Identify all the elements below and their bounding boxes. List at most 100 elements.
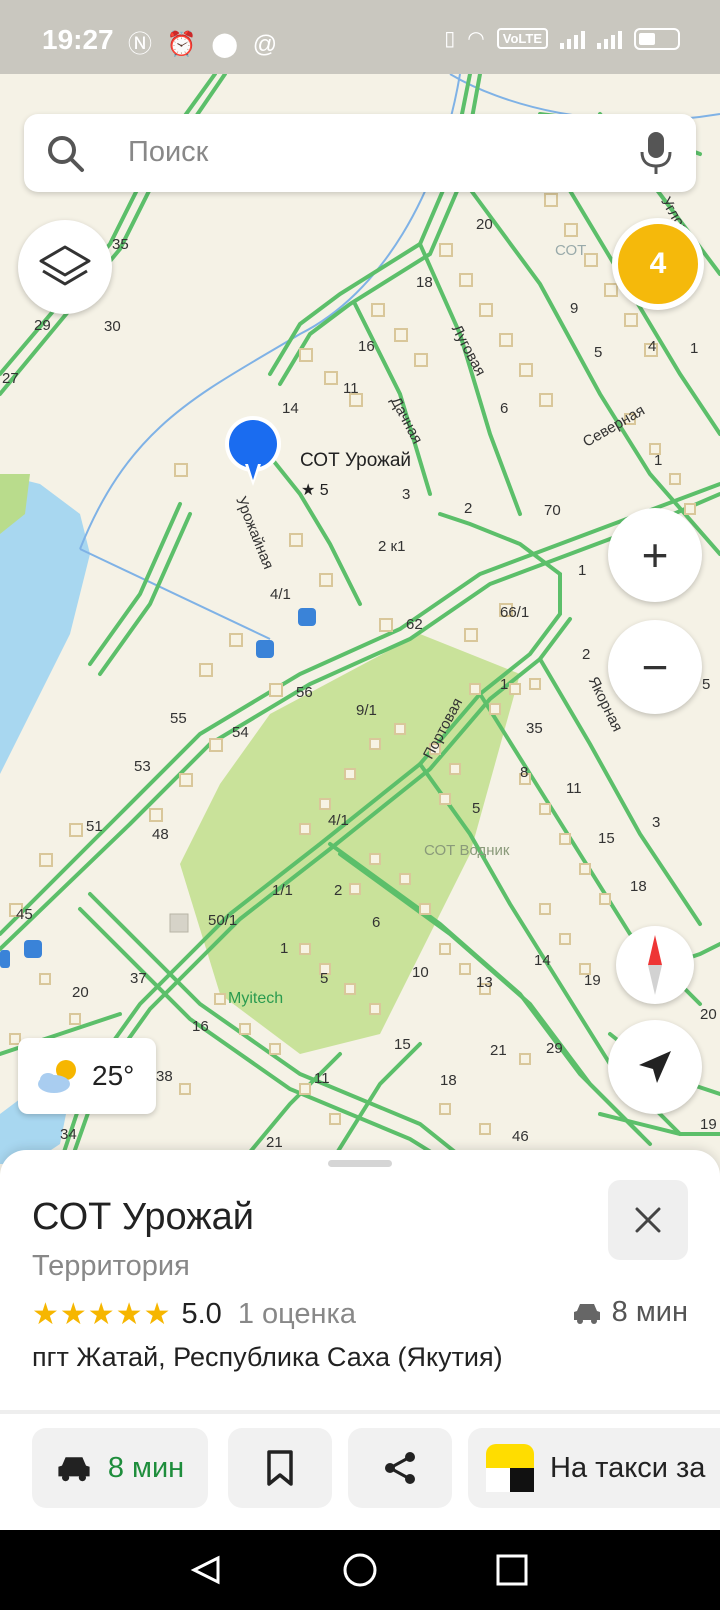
home-icon[interactable] — [343, 1553, 377, 1587]
house-number: 55 — [170, 710, 187, 727]
map-view[interactable]: Урожайная Дачная Луговая Северная Портов… — [0, 74, 720, 1164]
house-number: 35 — [112, 236, 129, 253]
place-card-sheet[interactable]: СОТ Урожай Территория ★★★★★ 5.0 1 оценка… — [0, 1150, 720, 1530]
rating-count[interactable]: 1 оценка — [238, 1298, 356, 1331]
house-number: 1 — [690, 340, 699, 357]
back-icon[interactable] — [190, 1555, 220, 1585]
house-number: 2 — [334, 882, 343, 899]
house-number: 34 — [60, 1126, 77, 1143]
microphone-icon[interactable] — [638, 130, 674, 176]
alarm-icon: ⏰ — [166, 31, 201, 58]
place-address: пгт Жатай, Республика Саха (Якутия) — [32, 1342, 503, 1372]
status-time: 19:27 — [42, 24, 114, 55]
bus-stop-icon — [0, 950, 10, 968]
cluster-count-badge[interactable]: 4 — [612, 218, 704, 310]
weather-widget[interactable]: 25° — [18, 1038, 156, 1114]
search-input[interactable]: Поиск — [128, 136, 208, 169]
house-number: 50/1 — [208, 912, 238, 929]
place-title: СОТ Урожай — [32, 1196, 254, 1238]
house-number: 35 — [526, 720, 543, 737]
house-number: 30 — [104, 318, 121, 335]
house-number: 53 — [134, 758, 151, 775]
house-number: 4/1 — [270, 586, 291, 603]
house-number: 29 — [546, 1040, 563, 1057]
house-number: 1 — [654, 452, 663, 469]
signal-icon-2 — [597, 29, 622, 49]
house-number: 29 — [34, 317, 51, 334]
taxi-button[interactable]: На такси за — [468, 1428, 720, 1508]
area-label-sot: СОТ — [555, 242, 587, 259]
bus-stop-icon — [298, 608, 316, 626]
close-icon — [635, 1207, 661, 1233]
bus-stop-icon — [24, 940, 42, 958]
house-number: 11 — [566, 780, 582, 797]
house-number: 1 — [578, 562, 587, 579]
close-button[interactable] — [608, 1180, 688, 1260]
house-number: 10 — [412, 964, 429, 981]
house-number: 2 — [464, 500, 473, 517]
house-number: 2 — [582, 646, 591, 663]
area-label-sot-vodnik: СОТ Водник — [424, 842, 510, 859]
house-number: 5 — [320, 970, 329, 987]
house-number: 37 — [130, 970, 147, 987]
search-bar[interactable]: Поиск — [24, 114, 696, 192]
house-number: 70 — [544, 502, 561, 519]
poi-label-myitech[interactable]: Myitech — [228, 990, 283, 1008]
house-number: 20 — [476, 216, 493, 233]
car-icon — [58, 1457, 90, 1482]
house-number: 51 — [86, 818, 103, 835]
house-number: 5 — [472, 800, 481, 817]
house-number: 45 — [16, 906, 33, 923]
house-number: 56 — [296, 684, 313, 701]
rating-row: ★★★★★ 5.0 1 оценка 8 мин — [32, 1296, 688, 1332]
house-number: 4/1 — [328, 812, 349, 829]
house-number: 13 — [476, 974, 493, 991]
volte-badge: VoLTE — [496, 28, 548, 49]
house-number: 19 — [700, 1116, 717, 1133]
zoom-in-button[interactable]: + — [608, 508, 702, 602]
battery-icon — [634, 27, 680, 50]
house-number: 9 — [570, 300, 579, 317]
bus-stop-icon — [256, 640, 274, 658]
house-number: 38 — [156, 1068, 173, 1085]
drive-time-label: 8 мин — [611, 1296, 688, 1328]
at-icon: @ — [252, 31, 282, 58]
house-number: 15 — [598, 830, 615, 847]
nfc-icon: Ⓝ — [128, 31, 156, 58]
sheet-drag-handle[interactable] — [328, 1160, 392, 1167]
system-navigation-bar — [0, 1530, 720, 1610]
map-canvas — [0, 74, 720, 1164]
house-number: 48 — [152, 826, 169, 843]
wifi-icon: ◠ — [467, 28, 485, 50]
minus-icon: − — [641, 641, 669, 693]
place-pin-icon[interactable] — [223, 414, 283, 494]
bookmark-button[interactable] — [228, 1428, 332, 1508]
yandex-taxi-icon — [486, 1444, 534, 1492]
divider — [0, 1410, 720, 1414]
partly-sunny-icon — [38, 1060, 76, 1093]
house-number: 20 — [700, 1006, 717, 1023]
house-number: 21 — [266, 1134, 283, 1151]
house-number: 8 — [520, 764, 529, 781]
share-button[interactable] — [348, 1428, 452, 1508]
weather-temperature: 25° — [92, 1060, 135, 1091]
layers-icon — [39, 245, 91, 286]
house-number: 11 — [343, 380, 359, 397]
my-location-button[interactable] — [608, 1020, 702, 1114]
house-number: 1/1 — [272, 882, 293, 899]
vibrate-icon: ▯ — [444, 28, 456, 50]
house-number: 15 — [394, 1036, 411, 1053]
route-button[interactable]: 8 мин — [32, 1428, 208, 1508]
zoom-out-button[interactable]: − — [608, 620, 702, 714]
recents-icon[interactable] — [496, 1554, 528, 1586]
compass-button[interactable] — [616, 926, 694, 1004]
nav-icons — [190, 1553, 528, 1587]
building — [169, 913, 189, 933]
layers-button[interactable] — [18, 220, 112, 314]
house-number: 46 — [512, 1128, 529, 1145]
house-number: 11 — [314, 1070, 330, 1087]
navigation-arrow-icon — [639, 1051, 671, 1083]
house-number: 2 к1 — [378, 538, 406, 555]
share-icon — [385, 1452, 415, 1484]
pin-label-rating: ★ 5 — [301, 482, 329, 499]
